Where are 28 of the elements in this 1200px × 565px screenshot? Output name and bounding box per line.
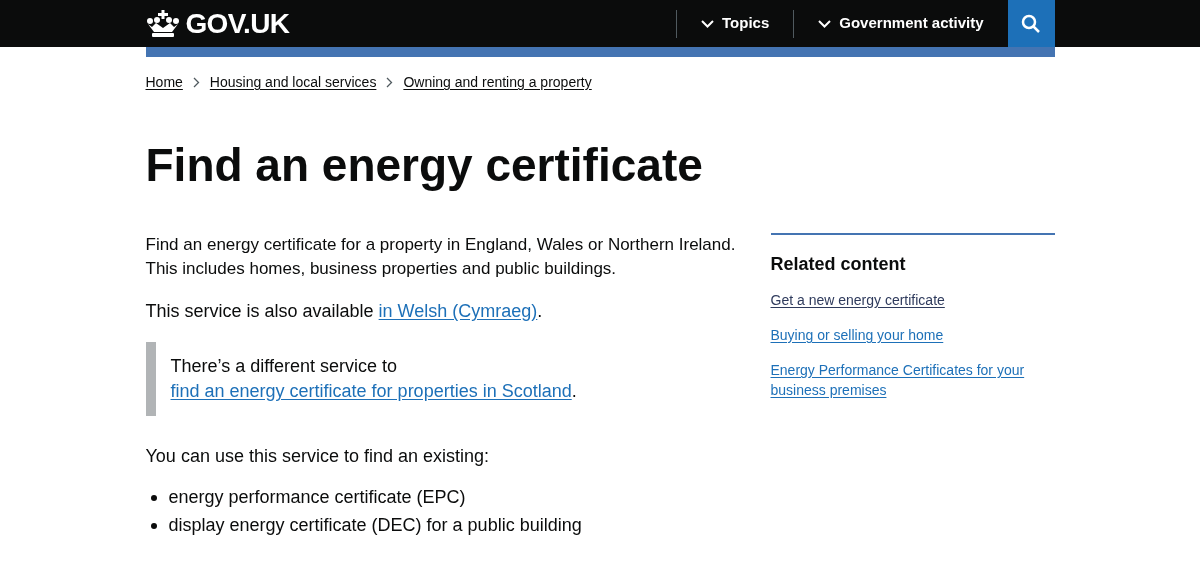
page-title: Find an energy certificate — [145, 138, 704, 193]
nav-menu-button[interactable]: Topics — [677, 12, 794, 35]
chevron-right-icon — [386, 77, 394, 88]
list-item: energy performance certificate (EPC) — [168, 486, 466, 509]
chevron-down-icon — [818, 19, 832, 28]
intro-paragraph: Find an energy certificate for a property in England, Wales or Northern Ireland. This includes homes, business properties and public buildings. — [145, 234, 736, 280]
govuk-logo[interactable]: GOV.UK — [145, 9, 290, 38]
text-link[interactable]: find an energy certificate for properties in Scotland — [170, 381, 572, 401]
breadcrumb-link[interactable]: Housing and local services — [209, 72, 377, 93]
text-link[interactable]: in Welsh (Cymraeg) — [378, 301, 538, 321]
related-link[interactable]: Energy Performance Certificates for your business premises — [770, 360, 1055, 400]
breadcrumb-link[interactable]: Home — [145, 72, 183, 93]
crown-icon — [145, 9, 180, 38]
chevron-down-icon — [701, 19, 715, 28]
search-button[interactable] — [1007, 0, 1055, 47]
related-content-heading: Related content — [770, 253, 907, 276]
bullet-icon — [150, 522, 157, 529]
breadcrumb-link[interactable]: Owning and renting a property — [403, 72, 592, 93]
list-item: display energy certificate (DEC) for a public building — [168, 514, 582, 537]
search-icon — [1021, 13, 1041, 34]
related-link[interactable]: Buying or selling your home — [770, 325, 1055, 345]
related-link[interactable]: Get a new energy certificate — [770, 290, 1055, 310]
list-intro: You can use this service to find an existing: — [145, 445, 491, 468]
welsh-service-paragraph: This service is also available in Welsh (Cymraeg). — [145, 300, 544, 323]
inset-paragraph: There’s a different service to find an energy certificate for properties in Scotland. — [170, 355, 578, 403]
bullet-icon — [150, 494, 157, 501]
chevron-right-icon — [192, 77, 200, 88]
nav-menu-button[interactable]: Government activity — [794, 12, 1008, 35]
